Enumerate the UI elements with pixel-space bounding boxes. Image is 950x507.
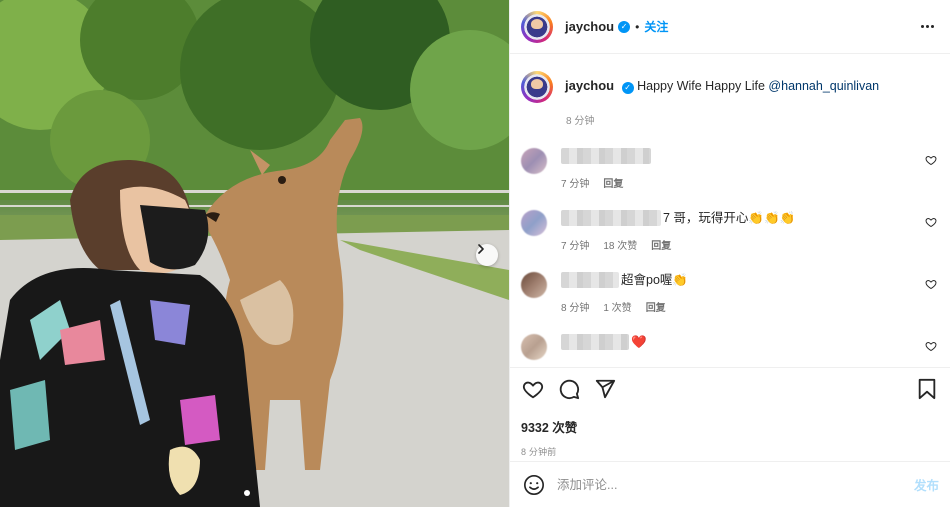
author-username[interactable]: jaychou [565, 19, 614, 34]
comment-bubble-icon [559, 379, 580, 400]
caption-text: Happy Wife Happy Life [637, 79, 765, 93]
caption-time: 8 分钟 [566, 116, 595, 127]
reply-button[interactable]: 回复 [646, 299, 666, 314]
emoji-icon[interactable] [523, 474, 545, 496]
post-photo[interactable] [0, 0, 509, 507]
photo-scene [0, 0, 509, 507]
author-avatar[interactable] [521, 10, 553, 43]
comment-input[interactable] [557, 477, 914, 492]
caption-mention-link[interactable]: @hannah_quinlivan [768, 79, 879, 93]
comment-text: 7 哥，玩得开心👏👏👏 [561, 208, 939, 228]
share-button[interactable] [593, 377, 617, 401]
next-photo-button[interactable] [476, 244, 498, 266]
commenter-avatar[interactable] [521, 148, 547, 174]
comment-item: 7 哥，玩得开心👏👏👏 7 分钟 18 次赞 回复 [521, 208, 939, 252]
save-button[interactable] [915, 377, 939, 401]
more-dot-icon [921, 25, 924, 28]
comment-item: ❤️ [521, 332, 939, 360]
reply-button[interactable]: 回复 [603, 175, 623, 190]
comment-text [561, 146, 939, 166]
commenter-avatar[interactable] [521, 210, 547, 236]
comment-text-content: 超會po喔👏 [621, 273, 688, 287]
redacted-username [561, 272, 619, 288]
likes-count[interactable]: 9332 次赞 [521, 417, 939, 436]
reply-button[interactable]: 回复 [651, 237, 671, 252]
comment-item: 超會po喔👏 8 分钟 1 次赞 回复 [521, 270, 939, 314]
like-button[interactable] [521, 377, 545, 401]
caption-username[interactable]: jaychou [565, 78, 614, 93]
comment-likes[interactable]: 18 次赞 [603, 237, 637, 252]
commenter-avatar[interactable] [521, 334, 547, 360]
redacted-username [561, 210, 661, 226]
follow-button[interactable]: 关注 [644, 18, 668, 35]
more-dot-icon [931, 25, 934, 28]
comment-time: 7 分钟 [561, 179, 590, 190]
comment-likes[interactable]: 1 次赞 [603, 299, 631, 314]
comment-meta: 7 分钟 回复 [561, 175, 939, 190]
chevron-right-icon [478, 244, 484, 254]
carousel-indicator [244, 490, 250, 496]
comment-text-content: ❤️ [631, 335, 647, 349]
redacted-username [561, 334, 629, 350]
bookmark-icon [918, 378, 936, 400]
comment-time: 7 分钟 [561, 241, 590, 252]
comment-meta: 7 分钟 18 次赞 回复 [561, 237, 939, 252]
comment-time: 8 分钟 [561, 303, 590, 314]
verified-badge-icon: ✓ [618, 20, 631, 33]
carousel-dot-active [244, 490, 250, 496]
post-header: jaychou ✓ • 关注 [510, 0, 950, 54]
comment-text: 超會po喔👏 [561, 270, 939, 290]
comment-text-content: 7 哥，玩得开心👏👏👏 [663, 211, 796, 225]
post-caption: jaychou ✓ Happy Wife Happy Life @hannah_… [521, 54, 939, 103]
comment-item: 7 分钟 回复 [521, 146, 939, 190]
action-icons-row [521, 368, 939, 410]
like-comment-heart-icon[interactable] [925, 216, 937, 228]
comment-button[interactable] [557, 377, 581, 401]
send-paper-plane-icon [595, 379, 616, 399]
separator-dot: • [635, 19, 640, 34]
redacted-username [561, 148, 651, 164]
comment-meta: 8 分钟 1 次赞 回复 [561, 299, 939, 314]
post-comment-button[interactable]: 发布 [914, 475, 939, 494]
posted-time: 8 分钟前 [521, 447, 557, 457]
more-options-button[interactable] [917, 21, 938, 32]
caption-author-avatar[interactable] [521, 71, 553, 103]
comments-list[interactable]: jaychou ✓ Happy Wife Happy Life @hannah_… [510, 54, 950, 367]
like-comment-heart-icon[interactable] [925, 154, 937, 166]
like-comment-heart-icon[interactable] [925, 340, 937, 352]
verified-badge-icon: ✓ [621, 82, 634, 94]
like-comment-heart-icon[interactable] [925, 278, 937, 290]
post-sidebar: jaychou ✓ • 关注 jaychou ✓ Happy Wife Happ… [509, 0, 950, 507]
heart-icon [522, 381, 544, 399]
commenter-avatar[interactable] [521, 272, 547, 298]
add-comment-bar: 发布 [510, 461, 950, 507]
comment-text: ❤️ [561, 332, 939, 352]
more-dot-icon [926, 25, 929, 28]
caption-text-block: jaychou ✓ Happy Wife Happy Life @hannah_… [565, 71, 879, 103]
post-actions: 9332 次赞 8 分钟前 [510, 367, 950, 458]
